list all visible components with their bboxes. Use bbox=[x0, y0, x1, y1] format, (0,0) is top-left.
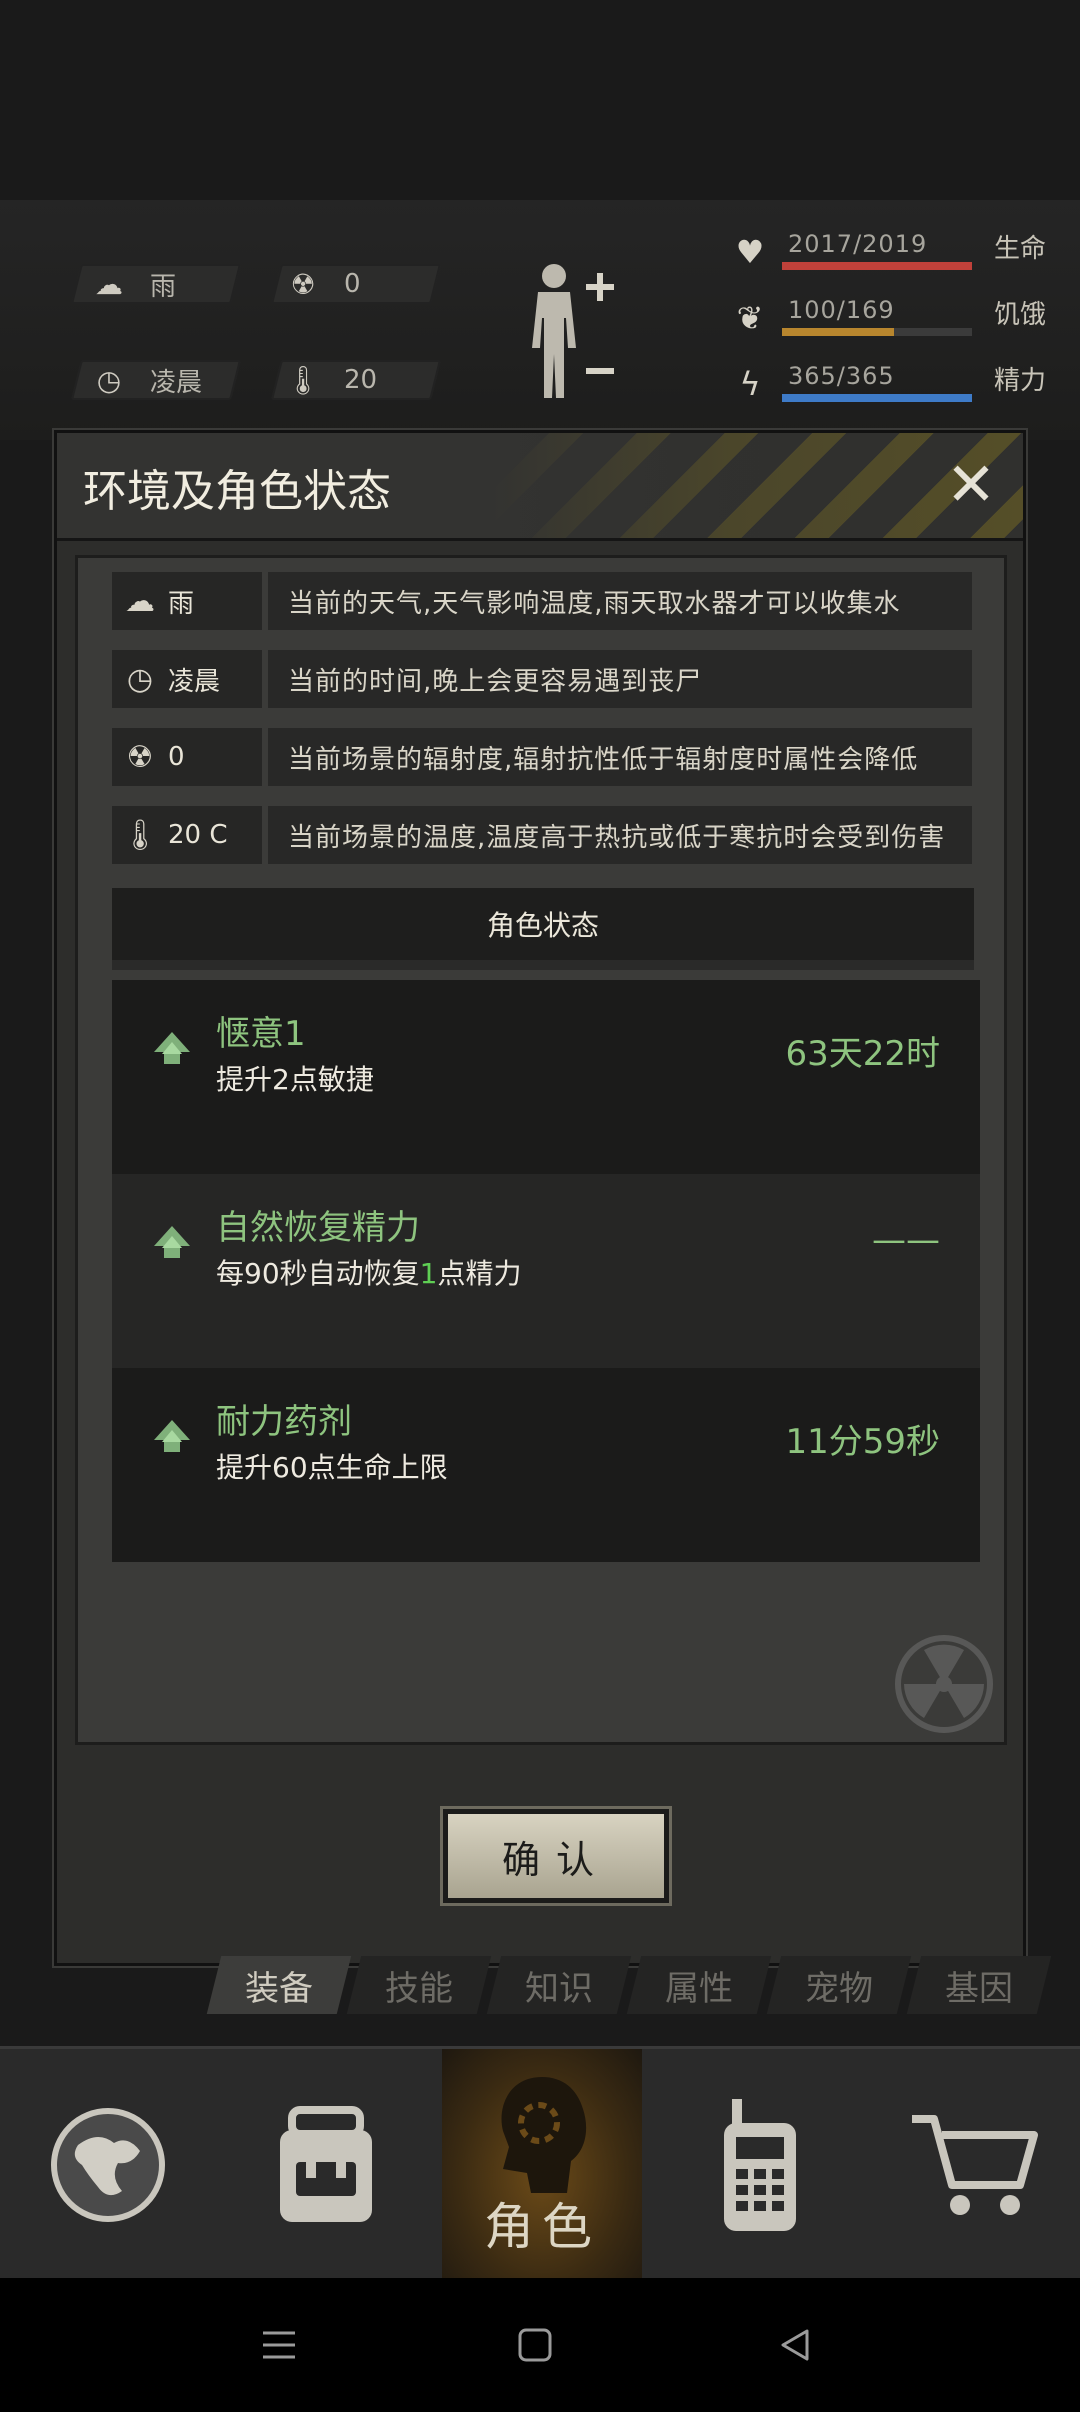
status-item: 耐力药剂 提升60点生命上限 11分59秒 bbox=[112, 1368, 980, 1562]
lightning-icon: ϟ bbox=[739, 365, 761, 403]
close-icon[interactable]: ✕ bbox=[941, 455, 1001, 515]
walkie-talkie-icon bbox=[724, 2099, 796, 2231]
env-row-temperature: 🌡 20 C 当前场景的温度,温度高于热抗或低于寒抗时会受到伤害 bbox=[112, 806, 972, 864]
backpack-icon bbox=[280, 2106, 372, 2222]
radiation-icon: ☢ bbox=[126, 739, 154, 775]
tab-genes[interactable]: 基因 bbox=[906, 1950, 1052, 2020]
dialog-title: 环境及角色状态 bbox=[83, 466, 391, 517]
temperature-value: 20 bbox=[344, 365, 378, 395]
status-desc: 提升2点敏捷 bbox=[216, 1063, 374, 1096]
status-duration: 11分59秒 bbox=[785, 1422, 940, 1462]
energy-value: 365/365 bbox=[788, 362, 895, 390]
time-value: 凌晨 bbox=[150, 367, 203, 398]
env-value: 20 C bbox=[168, 820, 228, 850]
thermometer-icon: 🌡 bbox=[120, 817, 160, 853]
buff-arrow-icon bbox=[154, 1226, 190, 1258]
shopping-cart-icon bbox=[912, 2115, 1038, 2215]
health-value: 2017/2019 bbox=[788, 230, 928, 258]
buff-arrow-icon bbox=[154, 1420, 190, 1452]
nav-radio[interactable] bbox=[660, 2049, 860, 2281]
rain-cloud-icon: ☁ bbox=[95, 267, 123, 301]
tab-label: 装备 bbox=[245, 1968, 313, 2009]
status-name: 耐力药剂 bbox=[216, 1402, 352, 1442]
stat-hunger: ❦ 100/169 饥饿 bbox=[720, 294, 1060, 346]
sub-tab-bar: 装备 技能 知识 属性 宠物 基因 bbox=[206, 1950, 1060, 2020]
nav-backpack[interactable] bbox=[226, 2049, 426, 2281]
hunger-label: 饥饿 bbox=[994, 300, 1047, 330]
status-item: 惬意1 提升2点敏捷 63天22时 bbox=[112, 980, 980, 1174]
env-value: 凌晨 bbox=[168, 666, 221, 697]
env-desc: 当前场景的温度,温度高于热抗或低于寒抗时会受到伤害 bbox=[268, 806, 972, 864]
env-value: 0 bbox=[168, 742, 185, 772]
stomach-icon: ❦ bbox=[736, 299, 764, 337]
tab-pets[interactable]: 宠物 bbox=[766, 1950, 912, 2020]
nav-shop[interactable] bbox=[876, 2049, 1076, 2281]
nav-character-label: 角色 bbox=[484, 2198, 600, 2256]
tab-knowledge[interactable]: 知识 bbox=[486, 1950, 632, 2020]
status-dialog: 环境及角色状态 ✕ ☁ 雨 当前的天气,天气影响温度,雨天取水器才可以收集水 ◷ 凌… bbox=[54, 430, 1026, 1966]
dialog-header: 环境及角色状态 ✕ bbox=[57, 433, 1023, 541]
radiation-value: 0 bbox=[344, 269, 361, 299]
tab-label: 知识 bbox=[525, 1968, 593, 2009]
status-duration: —— bbox=[872, 1220, 940, 1260]
hunger-value: 100/169 bbox=[788, 296, 895, 324]
clock-icon: ◷ bbox=[126, 661, 154, 697]
back-icon[interactable] bbox=[760, 2310, 830, 2380]
nav-world[interactable] bbox=[8, 2049, 208, 2281]
env-row-radiation: ☢ 0 当前场景的辐射度,辐射抗性低于辐射度时属性会降低 bbox=[112, 728, 972, 786]
health-bar bbox=[782, 262, 972, 270]
main-nav-bar: 角色 bbox=[0, 2046, 1080, 2281]
tab-label: 宠物 bbox=[805, 1968, 873, 2009]
status-desc: 提升60点生命上限 bbox=[216, 1451, 448, 1484]
tab-skills[interactable]: 技能 bbox=[346, 1950, 492, 2020]
head-gear-icon bbox=[501, 2077, 587, 2193]
hunger-bar bbox=[782, 328, 972, 336]
energy-bar bbox=[782, 394, 972, 402]
tab-attributes[interactable]: 属性 bbox=[626, 1950, 772, 2020]
health-label: 生命 bbox=[994, 234, 1047, 264]
nav-character[interactable]: 角色 bbox=[442, 2049, 642, 2281]
tab-label: 技能 bbox=[385, 1968, 453, 2009]
status-hud: ☁ 雨 ☢ 0 ◷ 凌晨 🌡 20 ♥ 2017/2019 生命 ❦ 100/1… bbox=[0, 200, 1080, 440]
clock-icon: ◷ bbox=[96, 363, 122, 397]
status-section-header: 角色状态 bbox=[112, 888, 974, 970]
home-icon[interactable] bbox=[500, 2310, 570, 2380]
status-duration: 63天22时 bbox=[785, 1034, 940, 1074]
radiation-icon: ☢ bbox=[290, 267, 316, 301]
status-desc: 每90秒自动恢复1点精力 bbox=[216, 1252, 521, 1292]
globe-icon bbox=[51, 2108, 165, 2222]
stat-health: ♥ 2017/2019 生命 bbox=[720, 228, 1060, 280]
env-desc: 当前的天气,天气影响温度,雨天取水器才可以收集水 bbox=[268, 572, 972, 630]
env-row-time: ◷ 凌晨 当前的时间,晚上会更容易遇到丧尸 bbox=[112, 650, 972, 708]
env-value: 雨 bbox=[168, 588, 195, 619]
status-desc-prefix: 每90秒自动恢复 bbox=[216, 1257, 420, 1290]
confirm-button[interactable]: 确认 bbox=[443, 1809, 669, 1903]
tab-equipment[interactable]: 装备 bbox=[206, 1950, 352, 2020]
stat-energy: ϟ 365/365 精力 bbox=[720, 360, 1060, 412]
heart-icon: ♥ bbox=[735, 233, 765, 271]
env-desc: 当前场景的辐射度,辐射抗性低于辐射度时属性会降低 bbox=[268, 728, 972, 786]
env-row-weather: ☁ 雨 当前的天气,天气影响温度,雨天取水器才可以收集水 bbox=[112, 572, 972, 630]
status-desc-suffix: 点精力 bbox=[437, 1257, 522, 1290]
tab-label: 属性 bbox=[665, 1968, 733, 2009]
status-item: 自然恢复精力 每90秒自动恢复1点精力 —— bbox=[112, 1174, 980, 1368]
weather-value: 雨 bbox=[150, 271, 177, 302]
thermometer-icon: 🌡 bbox=[285, 363, 321, 397]
status-name: 惬意1 bbox=[216, 1014, 306, 1054]
rain-cloud-icon: ☁ bbox=[125, 583, 155, 619]
status-desc-highlight: 1 bbox=[419, 1257, 438, 1290]
body-figure-icon[interactable] bbox=[520, 258, 620, 408]
system-nav-bar bbox=[0, 2278, 1080, 2412]
status-name: 自然恢复精力 bbox=[216, 1208, 420, 1248]
env-desc: 当前的时间,晚上会更容易遇到丧尸 bbox=[268, 650, 972, 708]
dialog-panel: ☁ 雨 当前的天气,天气影响温度,雨天取水器才可以收集水 ◷ 凌晨 当前的时间,晚上… bbox=[75, 555, 1007, 1745]
energy-label: 精力 bbox=[994, 366, 1047, 396]
buff-arrow-icon bbox=[154, 1032, 190, 1064]
menu-icon[interactable] bbox=[244, 2310, 314, 2380]
tab-label: 基因 bbox=[945, 1968, 1013, 2009]
radiation-watermark-icon bbox=[895, 1635, 993, 1733]
